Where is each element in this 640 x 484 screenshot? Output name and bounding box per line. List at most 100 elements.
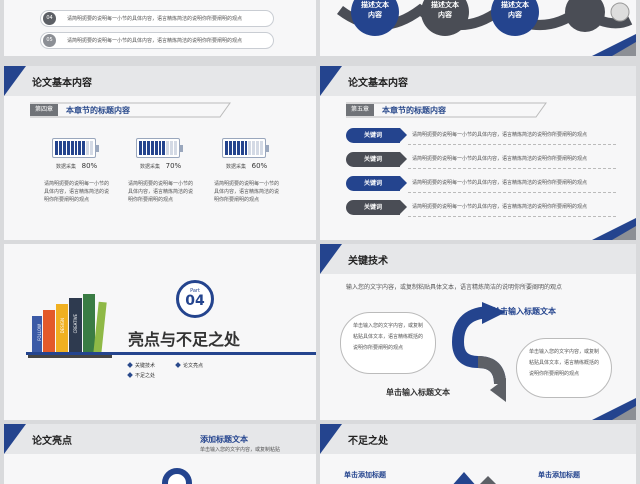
book-spine-text: CREATIVE xyxy=(73,314,78,334)
battery-description: 请简明扼要的说明每一小节的具体内容，语言精炼简洁的说明你所要阐明的观点 xyxy=(44,181,110,203)
section-subtext: 单击输入您的文字内容，或复制粘贴 xyxy=(200,447,281,453)
battery-terminal xyxy=(266,145,269,152)
book-spine-text: FOLLOW xyxy=(37,324,42,341)
battery-segment xyxy=(146,141,150,155)
diamond-graphic xyxy=(453,472,496,484)
list-item: 04 请简明扼要的说明每一小节的具体内容，语言精炼简洁的说明你所要阐明的观点 xyxy=(40,10,274,27)
heading-right: 单击添加标题 xyxy=(538,471,580,479)
battery-segment xyxy=(66,141,70,155)
battery-segment xyxy=(240,141,244,155)
header-triangle xyxy=(320,244,342,274)
battery-segment xyxy=(256,141,260,155)
slide-thumbnail-6[interactable]: 关键技术 输入您的文字内容，或复制粘贴具体文本，语言精炼简洁的说明你所要阐明的观… xyxy=(320,244,636,420)
s-arrow-graphic xyxy=(451,302,506,402)
battery-gauge xyxy=(52,138,99,158)
battery-segment xyxy=(232,141,236,155)
section-title: 亮点与不足之处 xyxy=(128,330,241,349)
item-text: 请简明扼要的说明每一小节的具体内容，语言精炼简洁的说明你所要阐明的观点 xyxy=(67,38,243,44)
header-triangle xyxy=(4,66,26,96)
bullet-item: 论文亮点 xyxy=(175,362,203,369)
slide-thumbnail-7[interactable]: 论文亮点 添加标题文本 单击输入您的文字内容，或复制粘贴 xyxy=(4,424,316,484)
slide-title: 论文亮点 xyxy=(32,436,72,447)
item-text: 请简明扼要的说明每一小节的具体内容，语言精炼简洁的说明你所要阐明的观点 xyxy=(67,16,243,22)
battery-label: 数据采集 70% xyxy=(140,162,182,170)
battery-segment xyxy=(162,141,166,155)
battery-segment xyxy=(228,141,232,155)
item-number-badge: 05 xyxy=(43,34,56,47)
slide-title: 不足之处 xyxy=(348,436,388,447)
battery-segment xyxy=(225,141,228,155)
battery-terminal xyxy=(96,145,99,152)
bubble-left: 单击输入您的文字内容，或复制粘贴具体文本，语言精练概括的说明你所要阐明的观点 xyxy=(340,312,436,374)
slide-title: 论文基本内容 xyxy=(32,78,92,89)
battery-segment xyxy=(174,141,178,155)
heading-left: 单击添加标题 xyxy=(344,471,386,479)
header-triangle xyxy=(320,424,342,454)
bullet-item: 关键技术 xyxy=(127,362,155,369)
battery-label: 数据采集 80% xyxy=(56,162,98,170)
battery-segment xyxy=(70,141,74,155)
heading-top: 单击输入标题文本 xyxy=(492,307,556,316)
slide-title: 关键技术 xyxy=(348,256,388,267)
chapter-underline xyxy=(30,102,231,118)
keyword-text: 请简明扼要的说明每一小节的具体内容，语言精炼简洁的说明你所要阐明的观点 xyxy=(412,180,588,186)
keyword-text: 请简明扼要的说明每一小节的具体内容，语言精炼简洁的说明你所要阐明的观点 xyxy=(412,156,588,162)
battery-segment xyxy=(154,141,158,155)
battery-description: 请简明扼要的说明每一小节的具体内容，语言精炼简洁的说明你所要阐明的观点 xyxy=(214,181,280,203)
battery-segment xyxy=(86,141,90,155)
battery-value: 70% xyxy=(165,162,182,170)
circle-label: 描述文本内容 xyxy=(501,1,529,19)
intro-text: 输入您的文字内容，或复制粘贴具体文本，语言精炼简洁的说明你所要阐明的观点 xyxy=(346,284,563,291)
battery-segment xyxy=(58,141,62,155)
keyword-text: 请简明扼要的说明每一小节的具体内容，语言精炼简洁的说明你所要阐明的观点 xyxy=(412,204,588,210)
battery-segment xyxy=(150,141,154,155)
bubble-right: 单击输入您的文字内容，或复制粘贴具体文本，语言精练概括的说明你所要阐明的观点 xyxy=(516,338,612,398)
battery-segment xyxy=(78,141,82,155)
battery-description: 请简明扼要的说明每一小节的具体内容，语言精炼简洁的说明你所要阐明的观点 xyxy=(128,181,194,203)
slide-thumbnail-1[interactable]: 04 请简明扼要的说明每一小节的具体内容，语言精炼简洁的说明你所要阐明的观点 0… xyxy=(4,0,316,56)
part-number: 04 xyxy=(185,293,205,309)
battery-segment xyxy=(158,141,162,155)
slide-thumbnail-5[interactable]: FOLLOW DESIGN CREATIVE Part 04 亮点与不足之处 关… xyxy=(4,244,316,420)
battery-value: 80% xyxy=(81,162,98,170)
heading-bottom: 单击输入标题文本 xyxy=(386,388,450,397)
battery-segment xyxy=(142,141,146,155)
battery-segment xyxy=(248,141,252,155)
battery-segment xyxy=(90,141,94,155)
slide-thumbnail-4[interactable]: 论文基本内容 第五章 本章节的标题内容 关键词 请简明扼要的说明每一小节的具体内容… xyxy=(320,66,636,240)
header-triangle xyxy=(320,66,342,96)
keyword-divider xyxy=(408,216,616,217)
corner-accent xyxy=(592,398,636,420)
keyword-tag: 关键词 xyxy=(346,152,407,167)
corner-accent xyxy=(592,218,636,240)
slide-thumbnail-3[interactable]: 论文基本内容 第四章 本章节的标题内容 数据采集 80% 请简明扼要的说明每一小节… xyxy=(4,66,316,240)
corner-accent xyxy=(592,34,636,56)
keyword-tag: 关键词 xyxy=(346,200,407,215)
slide-thumbnail-8[interactable]: 不足之处 单击添加标题 单击添加标题 xyxy=(320,424,636,484)
keyword-text: 请简明扼要的说明每一小节的具体内容，语言精炼简洁的说明你所要阐明的观点 xyxy=(412,132,588,138)
keyword-tag: 关键词 xyxy=(346,176,407,191)
battery-segment xyxy=(62,141,66,155)
battery-segment xyxy=(82,141,86,155)
circle-graphic xyxy=(162,468,192,484)
part-circle: Part 04 xyxy=(176,280,214,318)
battery-gauge xyxy=(222,138,269,158)
bullet-item: 不足之处 xyxy=(127,372,155,379)
circle-label: 描述文本内容 xyxy=(431,1,459,19)
battery-terminal xyxy=(180,145,183,152)
item-number-badge: 04 xyxy=(43,12,56,25)
battery-segment xyxy=(236,141,240,155)
battery-segment xyxy=(139,141,142,155)
book-spine-text: DESIGN xyxy=(60,318,65,334)
title-underline xyxy=(26,352,316,355)
battery-segment xyxy=(74,141,78,155)
battery-segment xyxy=(260,141,264,155)
battery-segment xyxy=(252,141,256,155)
battery-segment xyxy=(55,141,58,155)
header-triangle xyxy=(4,424,26,454)
slide-thumbnail-2[interactable]: 描述文本内容 描述文本内容 描述文本内容 xyxy=(320,0,636,56)
battery-label: 数据采集 60% xyxy=(226,162,268,170)
section-heading: 添加标题文本 xyxy=(200,435,248,444)
battery-segment xyxy=(166,141,170,155)
battery-gauge xyxy=(136,138,183,158)
